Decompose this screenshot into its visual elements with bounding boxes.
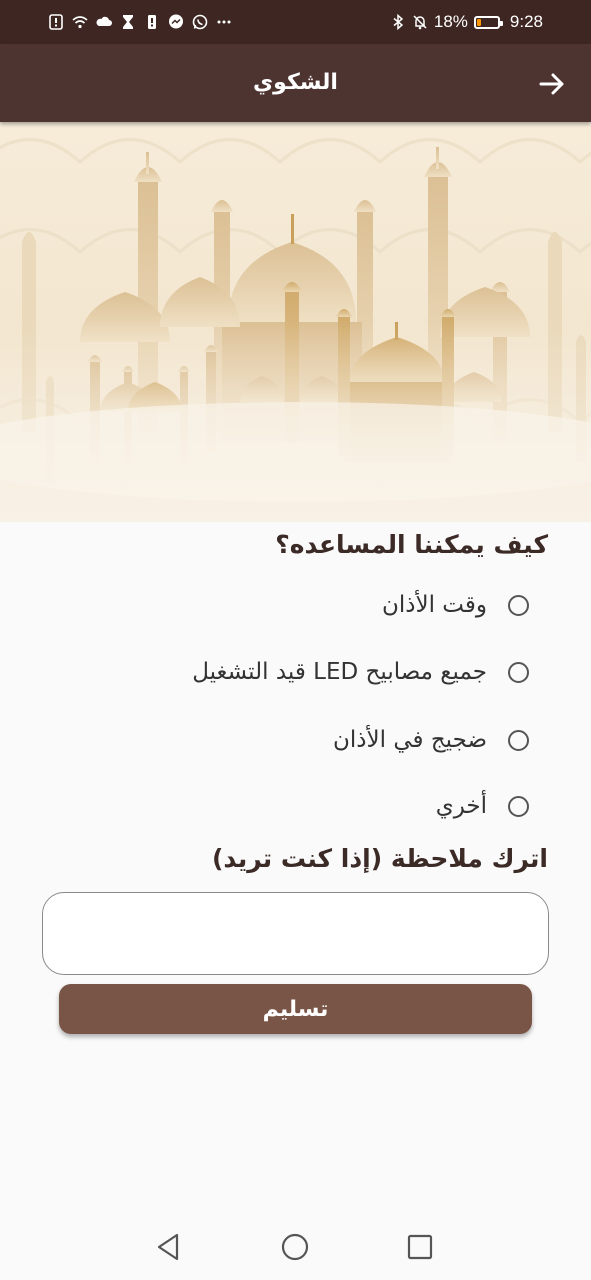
status-bar: 18% 9:28 (0, 0, 591, 44)
option-adhan-noise[interactable]: ضجيج في الأذان (333, 720, 529, 760)
radio-button[interactable] (508, 661, 529, 683)
battery-percent: 18% (433, 12, 468, 31)
messenger-icon (169, 14, 183, 29)
more-icon (217, 20, 231, 24)
mosque-banner-image (0, 122, 591, 522)
note-input[interactable] (42, 892, 549, 975)
option-other[interactable]: أخري (436, 786, 529, 826)
status-left-icons (48, 0, 232, 44)
page-title: الشكوي (253, 70, 338, 95)
option-label: جميع مصابيح LED قيد التشغيل (192, 659, 487, 685)
option-label: أخري (435, 793, 487, 819)
back-triangle-icon[interactable] (153, 1231, 185, 1263)
alert-icon (49, 14, 63, 30)
hourglass-icon (123, 15, 133, 29)
radio-button[interactable] (508, 795, 529, 817)
option-label: وقت الأذان (381, 592, 487, 618)
battery-icon (473, 15, 503, 29)
recents-square-icon[interactable] (404, 1231, 436, 1263)
cloud-icon (96, 16, 112, 26)
submit-button[interactable]: تسليم (59, 984, 532, 1034)
wifi-icon (72, 16, 88, 29)
whatsapp-icon (192, 14, 208, 30)
radio-button[interactable] (508, 729, 529, 751)
app-bar: الشكوي (0, 44, 591, 122)
sim-icon (148, 15, 156, 29)
arrow-right-icon[interactable] (537, 69, 567, 99)
status-time: 9:28 (509, 12, 543, 31)
radio-button[interactable] (508, 594, 529, 616)
system-nav-bar (0, 1213, 591, 1280)
bluetooth-icon (393, 14, 404, 30)
option-label: ضجيج في الأذان (333, 727, 487, 753)
option-adhan-time[interactable]: وقت الأذان (382, 585, 529, 625)
note-label: اترك ملاحظة (إذا كنت تريد) (211, 844, 548, 873)
status-right-icons: 18% 9:28 (390, 0, 543, 44)
bell-off-icon (413, 15, 427, 30)
option-led-lamps[interactable]: جميع مصابيح LED قيد التشغيل (192, 652, 529, 692)
mosque-illustration (0, 138, 591, 522)
home-circle-icon[interactable] (279, 1231, 311, 1263)
question-heading: كيف يمكننا المساعده؟ (275, 530, 548, 559)
